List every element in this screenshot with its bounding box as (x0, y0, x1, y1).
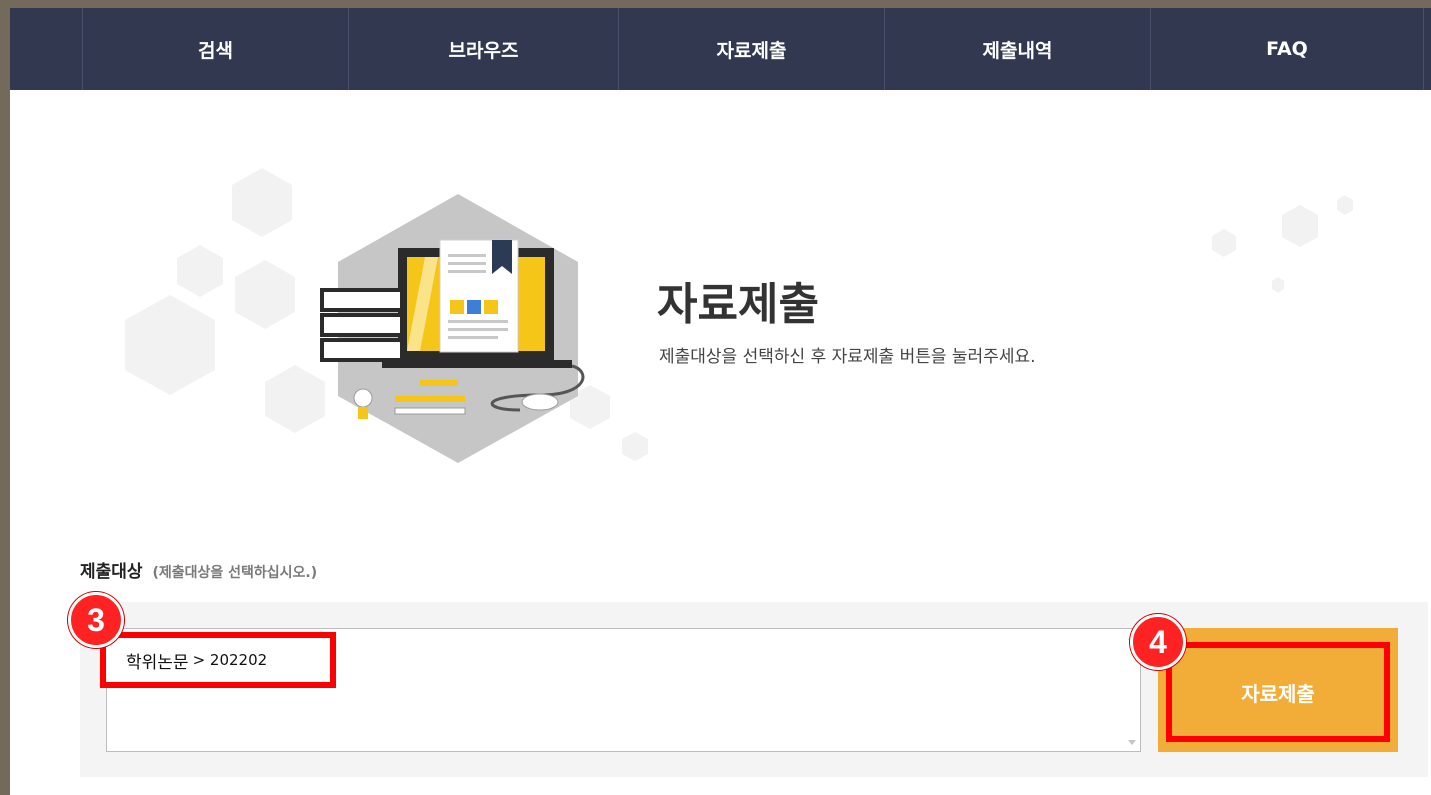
step-3-badge: 3 (68, 592, 124, 648)
target-option-selected[interactable]: 학위논문 > 202202 (100, 632, 336, 688)
submit-button-label: 자료제출 (1166, 642, 1390, 742)
target-label-text: 제출대상 (80, 562, 143, 582)
window-frame-top (0, 0, 1431, 8)
page-title: 자료제출 (657, 279, 819, 330)
nav-item-browse[interactable]: 브라우즈 (348, 8, 618, 90)
nav-item-faq[interactable]: FAQ (1150, 8, 1423, 90)
step-4-badge: 4 (1130, 614, 1186, 670)
submission-illustration (125, 168, 648, 463)
option-label: 학위논문 (126, 652, 189, 673)
page-description: 제출대상을 선택하신 후 자료제출 버튼을 눌러주세요. (659, 347, 1036, 367)
nav-end (1423, 8, 1431, 90)
nav-item-submit[interactable]: 자료제출 (618, 8, 884, 90)
target-hint: (제출대상을 선택하십시오.) (152, 565, 318, 581)
nav-item-history[interactable]: 제출내역 (884, 8, 1150, 90)
scroll-down-icon[interactable] (1128, 740, 1136, 745)
window-frame-left (0, 0, 10, 795)
target-label: 제출대상 (제출대상을 선택하십시오.) (80, 557, 317, 582)
main-nav: 검색 브라우즈 자료제출 제출내역 FAQ (10, 8, 1431, 90)
submit-button[interactable]: 자료제출 (1158, 628, 1398, 752)
nav-item-search[interactable]: 검색 (82, 8, 348, 90)
decorative-hexagons (1212, 195, 1353, 293)
option-suffix: > 202202 (192, 651, 268, 669)
